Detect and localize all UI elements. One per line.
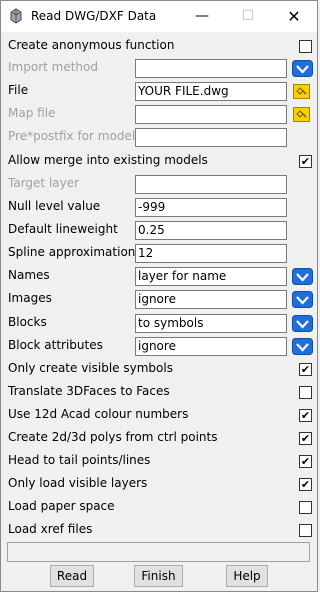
head-to-tail-checkbox[interactable]: ✔ [299, 455, 312, 468]
row-only-visible-symbols: Only create visible symbols ✔ [1, 359, 317, 381]
row-null-level: Null level value -999 [1, 197, 317, 219]
row-import-method: Import method [1, 58, 317, 80]
help-button[interactable]: Help [226, 565, 268, 587]
acad-colour-checkbox[interactable]: ✔ [299, 409, 312, 422]
images-label: Images [8, 291, 52, 305]
message-area [7, 542, 310, 562]
xref-files-checkbox[interactable] [299, 524, 312, 537]
row-names: Names layer for name [1, 266, 317, 288]
blocks-label: Blocks [8, 315, 47, 329]
row-target-layer: Target layer [1, 174, 317, 196]
row-acad-colour: Use 12d Acad colour numbers ✔ [1, 405, 317, 427]
names-label: Names [8, 268, 50, 282]
names-select[interactable]: layer for name [135, 267, 287, 286]
row-prepostfix: Pre*postfix for models [1, 127, 317, 149]
default-lineweight-input[interactable]: 0.25 [135, 221, 287, 240]
allow-merge-checkbox[interactable]: ✔ [299, 155, 312, 168]
maximize-button[interactable]: ☐ [225, 1, 271, 32]
map-file-input[interactable] [135, 105, 287, 124]
import-method-field[interactable] [135, 59, 287, 78]
window-title: Read DWG/DXF Data [31, 9, 157, 23]
row-block-attributes: Block attributes ignore [1, 336, 317, 358]
null-level-input[interactable]: -999 [135, 198, 287, 217]
acad-colour-label: Use 12d Acad colour numbers [8, 407, 189, 421]
read-button[interactable]: Read [50, 565, 94, 587]
block-attributes-label: Block attributes [8, 338, 103, 352]
only-visible-symbols-label: Only create visible symbols [8, 361, 173, 375]
default-lineweight-label: Default lineweight [8, 222, 118, 236]
target-layer-input[interactable] [135, 175, 287, 194]
only-visible-symbols-checkbox[interactable]: ✔ [299, 363, 312, 376]
row-map-file: Map file [1, 104, 317, 126]
ctrl-points-label: Create 2d/3d polys from ctrl points [8, 430, 218, 444]
import-method-label: Import method [8, 60, 98, 74]
row-translate-3dfaces: Translate 3DFaces to Faces [1, 382, 317, 404]
map-file-label: Map file [8, 106, 56, 120]
import-method-dropdown-icon[interactable] [292, 60, 313, 77]
row-blocks: Blocks to symbols [1, 313, 317, 335]
finish-button[interactable]: Finish [134, 565, 183, 587]
title-bar: Read DWG/DXF Data — ☐ ✕ [1, 1, 317, 32]
spline-approximation-input[interactable]: 12 [135, 244, 287, 263]
close-button[interactable]: ✕ [271, 1, 317, 32]
minimize-button[interactable]: — [179, 1, 225, 32]
xref-files-label: Load xref files [8, 522, 93, 536]
images-dropdown-icon[interactable] [292, 291, 313, 308]
row-file: File YOUR FILE.dwg [1, 81, 317, 103]
translate-3dfaces-label: Translate 3DFaces to Faces [8, 384, 170, 398]
visible-layers-checkbox[interactable]: ✔ [299, 478, 312, 491]
file-pick-icon[interactable] [292, 83, 313, 100]
blocks-select[interactable]: to symbols [135, 314, 287, 333]
row-head-to-tail: Head to tail points/lines ✔ [1, 451, 317, 473]
row-ctrl-points: Create 2d/3d polys from ctrl points ✔ [1, 428, 317, 450]
row-create-anonymous-function: Create anonymous function [1, 36, 317, 58]
blocks-dropdown-icon[interactable] [292, 315, 313, 332]
create-anonymous-function-label: Create anonymous function [8, 38, 175, 52]
null-level-label: Null level value [8, 199, 101, 213]
paper-space-label: Load paper space [8, 499, 115, 513]
paper-space-checkbox[interactable] [299, 501, 312, 514]
map-file-pick-icon[interactable] [292, 106, 313, 123]
dialog-window: Read DWG/DXF Data — ☐ ✕ Create anonymous… [0, 0, 318, 592]
visible-layers-label: Only load visible layers [8, 476, 148, 490]
file-label: File [8, 83, 29, 97]
row-visible-layers: Only load visible layers ✔ [1, 474, 317, 496]
allow-merge-label: Allow merge into existing models [8, 153, 208, 167]
block-attributes-dropdown-icon[interactable] [292, 338, 313, 355]
prepostfix-label: Pre*postfix for models [8, 129, 142, 143]
row-default-lineweight: Default lineweight 0.25 [1, 220, 317, 242]
row-xref-files: Load xref files [1, 520, 317, 542]
translate-3dfaces-checkbox[interactable] [299, 386, 312, 399]
spline-approximation-label: Spline approximation [8, 245, 136, 259]
file-input[interactable]: YOUR FILE.dwg [135, 82, 287, 101]
names-dropdown-icon[interactable] [292, 268, 313, 285]
head-to-tail-label: Head to tail points/lines [8, 453, 151, 467]
prepostfix-input[interactable] [135, 128, 287, 147]
target-layer-label: Target layer [8, 176, 80, 190]
images-select[interactable]: ignore [135, 290, 287, 309]
create-anonymous-function-checkbox[interactable] [299, 40, 312, 53]
ctrl-points-checkbox[interactable]: ✔ [299, 432, 312, 445]
row-paper-space: Load paper space [1, 497, 317, 519]
block-attributes-select[interactable]: ignore [135, 337, 287, 356]
row-images: Images ignore [1, 289, 317, 311]
app-icon [10, 8, 22, 24]
row-spline-approximation: Spline approximation 12 [1, 243, 317, 265]
row-allow-merge: Allow merge into existing models ✔ [1, 151, 317, 173]
